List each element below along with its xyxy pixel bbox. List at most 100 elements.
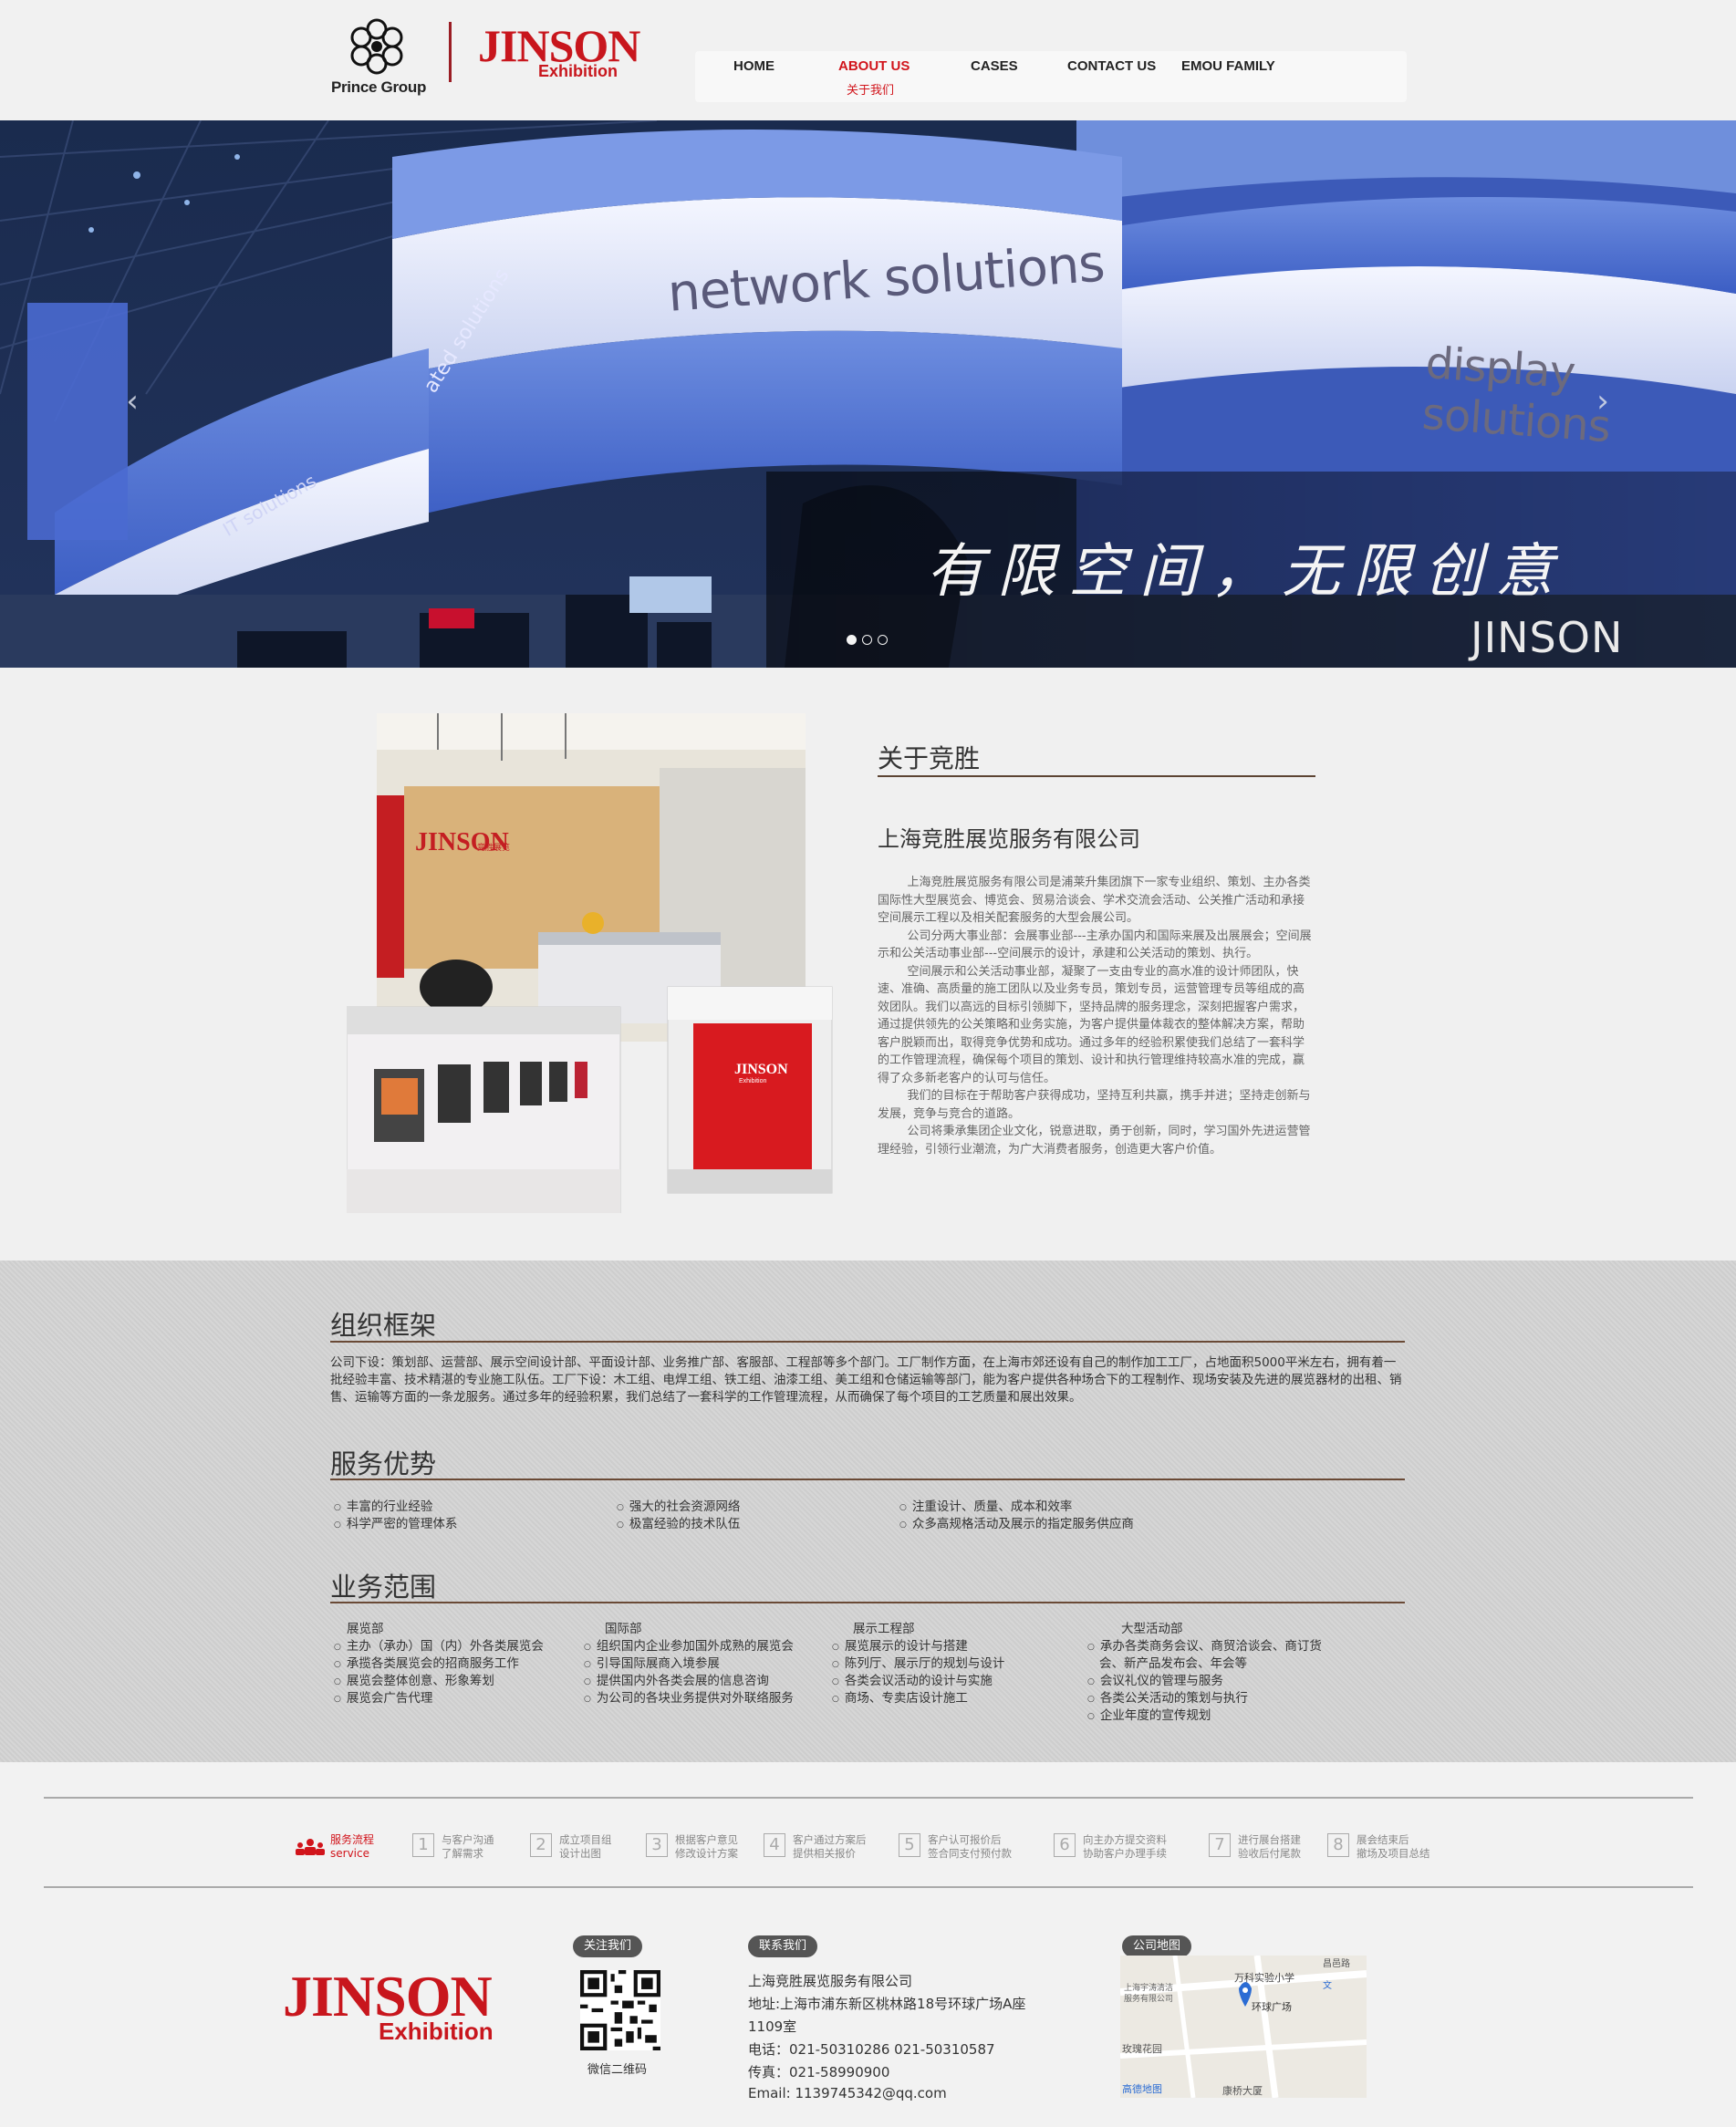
- process-step-number: 8: [1327, 1833, 1349, 1857]
- map-label-company-2: 服务有限公司: [1124, 1993, 1173, 2004]
- nav-about-us-sub[interactable]: 关于我们: [847, 80, 894, 98]
- business-item: 会议礼仪的管理与服务: [1087, 1670, 1223, 1688]
- advantage-item: 极富经验的技术队伍: [617, 1513, 741, 1531]
- about-title-underline: [878, 775, 1315, 777]
- process-top-divider: [44, 1797, 1693, 1799]
- about-paragraph: 上海竞胜展览服务有限公司是浦莱升集团旗下一家专业组织、策划、主办各类国际性大型展…: [878, 876, 1311, 925]
- prince-group-text: Prince Group: [330, 78, 427, 96]
- contact-company: 上海竞胜展览服务有限公司: [748, 1973, 913, 1989]
- company-name: 上海竞胜展览服务有限公司: [878, 826, 1140, 852]
- advantage-item: 科学严密的管理体系: [334, 1513, 458, 1531]
- prince-group-logo[interactable]: Prince Group: [328, 16, 429, 99]
- process-step-number: 6: [1054, 1833, 1076, 1857]
- people-icon: [296, 1839, 325, 1855]
- logo-divider: [449, 22, 452, 82]
- business-item: 展览展示的设计与搭建: [832, 1635, 968, 1654]
- footer-exhibition-logo: Exhibition: [379, 2018, 494, 2045]
- process-step-number: 1: [412, 1833, 434, 1857]
- banner-slogan: 有限空间，无限创意: [926, 538, 1566, 606]
- prince-flower-icon: [350, 18, 403, 75]
- map-school-icon: 文: [1323, 1979, 1332, 1991]
- company-map[interactable]: 昌邑路 万科实验小学 上海宇涛清洁 服务有限公司 环球广场 玫瑰花园 高德地图 …: [1120, 1956, 1367, 2098]
- advantage-item: 注重设计、质量、成本和效率: [899, 1496, 1073, 1514]
- business-item: 企业年度的宣传规划: [1087, 1705, 1211, 1723]
- main-nav: HOME ABOUT US 关于我们 CASES CONTACT US EMOU…: [695, 51, 1407, 102]
- business-item: 为公司的各块业务提供对外联络服务: [584, 1687, 794, 1706]
- business-item: 引导国际展商入境参展: [584, 1653, 720, 1671]
- process-step-text: 客户通过方案后 提供相关报价: [793, 1833, 867, 1860]
- business-item: 各类公关活动的策划与执行: [1087, 1687, 1248, 1706]
- contact-address: 地址:上海市浦东新区桃林路18号环球广场A座: [748, 1996, 1026, 2012]
- contact-us-label: 联系我们: [748, 1935, 818, 1957]
- qr-caption: 微信二维码: [587, 2063, 648, 2077]
- about-paragraph: 我们的目标在于帮助客户获得成功，坚持互利共赢，携手并进；坚持走创新与发展，竞争与…: [878, 1089, 1311, 1121]
- business-item: 展览会整体创意、形象筹划: [334, 1670, 494, 1688]
- banner-next-button[interactable]: ›: [1589, 383, 1616, 420]
- contact-phone: 电话：021-50310286 021-50310587: [748, 2041, 995, 2058]
- nav-about-us[interactable]: ABOUT US: [838, 58, 910, 74]
- org-title: 组织框架: [330, 1310, 437, 1341]
- org-text: 公司下设：策划部、运营部、展示空间设计部、平面设计部、业务推广部、客服部、工程部…: [330, 1355, 1402, 1405]
- process-step-text: 进行展台搭建 验收后付尾款: [1238, 1833, 1301, 1860]
- process-step-number: 5: [899, 1833, 920, 1857]
- business-item: 陈列厅、展示厅的规划与设计: [832, 1653, 1005, 1671]
- banner-jinson-watermark: JINSON: [1471, 613, 1624, 662]
- business-item: 组织国内企业参加国外成熟的展览会: [584, 1635, 794, 1654]
- about-paragraph: 空间展示和公关活动事业部，凝聚了一支由专业的高水准的设计师团队，快速、准确、高质…: [878, 964, 1305, 1085]
- advantages-title-underline: [330, 1479, 1405, 1480]
- banner-dot-3[interactable]: [878, 635, 888, 645]
- advantage-item: 众多高规格活动及展示的指定服务供应商: [899, 1513, 1134, 1531]
- process-label-cn: 服务流程: [330, 1833, 375, 1846]
- advantages-title: 服务优势: [330, 1448, 437, 1479]
- advantage-item: 丰富的行业经验: [334, 1496, 433, 1514]
- business-item-continued: 会、新产品发布会、年会等: [1099, 1656, 1247, 1671]
- business-item: 展览会广告代理: [334, 1687, 433, 1706]
- map-label-road: 昌邑路: [1323, 1957, 1350, 1969]
- org-title-underline: [330, 1341, 1405, 1343]
- process-step-text: 根据客户意见 修改设计方案: [675, 1833, 738, 1860]
- business-item: 主办（承办）国（内）外各类展览会: [334, 1635, 544, 1654]
- process-bottom-divider: [44, 1886, 1693, 1888]
- process-step-number: 7: [1209, 1833, 1231, 1857]
- banner-prev-button[interactable]: ‹: [119, 383, 146, 420]
- business-item: 承办各类商务会议、商贸洽谈会、商订货: [1087, 1635, 1322, 1654]
- process-step-text: 向主办方提交资料 协助客户办理手续: [1083, 1833, 1167, 1860]
- map-attribution: 高德地图: [1122, 2082, 1162, 2095]
- about-body: 上海竞胜展览服务有限公司是浦莱升集团旗下一家专业组织、策划、主办各类国际性大型展…: [878, 874, 1315, 1158]
- banner-dot-2[interactable]: [862, 635, 872, 645]
- business-item: 提供国内外各类会展的信息咨询: [584, 1670, 769, 1688]
- map-label: 公司地图: [1122, 1935, 1192, 1957]
- business-title-underline: [330, 1602, 1405, 1603]
- map-label-company: 上海宇涛清洁: [1124, 1982, 1173, 1993]
- business-item: 承揽各类展览会的招商服务工作: [334, 1653, 519, 1671]
- about-paragraph: 公司将秉承集团企业文化，锐意进取，勇于创新，同时，学习国外先进运营管理经验，引领…: [878, 1125, 1311, 1157]
- jinson-logo[interactable]: JINSON Exhibition: [478, 22, 640, 86]
- map-label-school: 万科实验小学: [1234, 1971, 1294, 1984]
- about-section: [0, 668, 1736, 1261]
- nav-contact-us[interactable]: CONTACT US: [1067, 58, 1156, 74]
- process-step-number: 3: [646, 1833, 668, 1857]
- business-col-head: 展览部: [347, 1622, 384, 1636]
- banner-dot-1[interactable]: [847, 635, 857, 645]
- service-process: [0, 1762, 1736, 1899]
- about-title: 关于竞胜: [878, 743, 981, 773]
- business-col-head: 国际部: [605, 1622, 642, 1636]
- office-photos: JINSON 竞胜展览 JINSON Exhibition: [346, 713, 833, 1214]
- about-photo-collage: JINSON 竞胜展览 JINSON Exhibition: [346, 713, 835, 1214]
- nav-home[interactable]: HOME: [733, 58, 774, 74]
- contact-fax: 传真：021-58990900: [748, 2064, 890, 2080]
- process-step-text: 成立项目组 设计出图: [559, 1833, 612, 1860]
- jinson-logo-sub: Exhibition: [538, 62, 618, 80]
- process-step-text: 客户认可报价后 签合同支付预付款: [928, 1833, 1012, 1860]
- nav-emou-family[interactable]: EMOU FAMILY: [1181, 58, 1275, 74]
- contact-email[interactable]: Email: 1139745342@qq.com: [748, 2085, 947, 2101]
- wechat-qr-code[interactable]: [580, 1970, 660, 2050]
- process-step-text: 展会结束后 撤场及项目总结: [1357, 1833, 1430, 1860]
- business-item: 商场、专卖店设计施工: [832, 1687, 968, 1706]
- banner-display-solutions: display solutions: [1420, 337, 1612, 453]
- process-step-text: 与客户沟通 了解需求: [442, 1833, 494, 1860]
- contact-address-room: 1109室: [748, 2018, 797, 2035]
- hero-banner: network solutions display solutions ated…: [0, 120, 1736, 668]
- process-step-number: 4: [764, 1833, 785, 1857]
- nav-cases[interactable]: CASES: [971, 58, 1018, 74]
